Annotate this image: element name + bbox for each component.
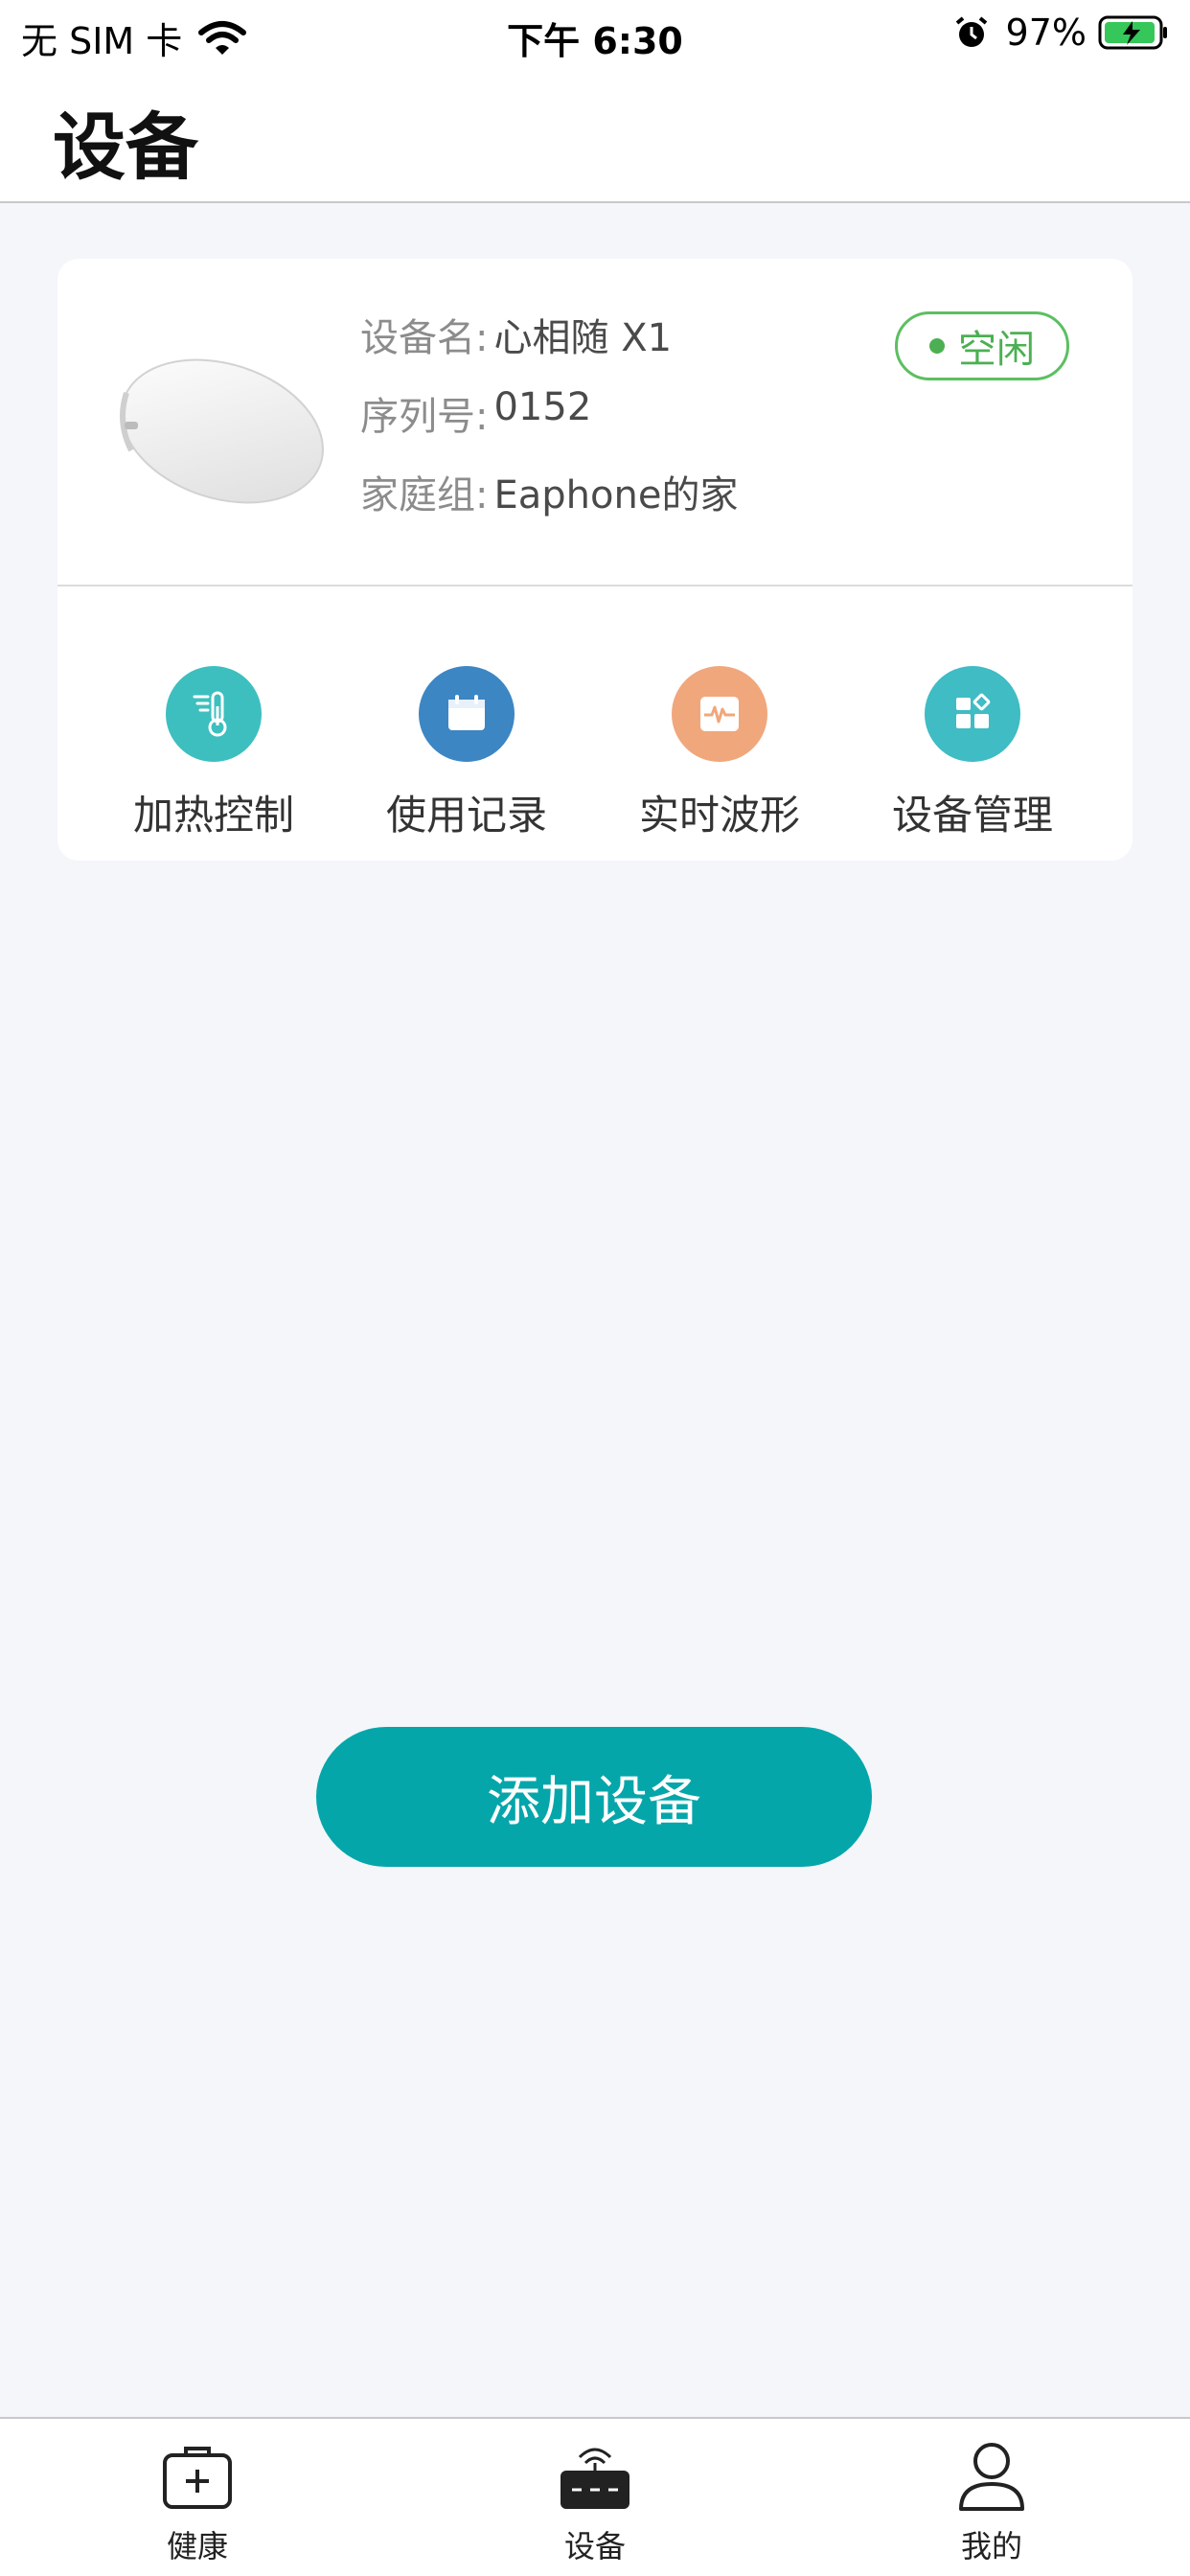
top-bar: 无 SIM 卡 下午 6:30 97% 设备 [0, 0, 1190, 203]
battery-icon [1098, 15, 1167, 50]
router-icon [561, 2448, 629, 2509]
device-name-label: 设备名: [360, 316, 489, 360]
usage-record-button[interactable]: 使用记录 [371, 666, 562, 841]
status-bar: 无 SIM 卡 下午 6:30 97% [0, 0, 1190, 67]
alarm-icon [955, 16, 987, 47]
tab-profile-label: 我的 [960, 2528, 1022, 2564]
tab-bar: 健康 设备 我的 [0, 2417, 1190, 2576]
waveform-icon [672, 666, 767, 762]
toilet-seat-image [120, 358, 324, 504]
serial-label: 序列号: [360, 395, 489, 439]
medical-kit-icon [163, 2447, 232, 2509]
heating-control-button[interactable]: 加热控制 [118, 666, 309, 841]
device-management-button[interactable]: 设备管理 [877, 666, 1068, 841]
calendar-icon [419, 666, 515, 762]
realtime-waveform-button[interactable]: 实时波形 [624, 666, 815, 841]
device-card[interactable]: 设备名: 心相随 X1 序列号: 0152 家庭组: Eaphone的家 空闲 … [57, 259, 1133, 861]
serial-value: 0152 [493, 385, 592, 429]
tab-health-label: 健康 [166, 2528, 228, 2564]
family-group-value: Eaphone的家 [493, 473, 739, 518]
family-group-row: 家庭组: Eaphone的家 [360, 464, 738, 519]
tab-devices-label: 设备 [563, 2528, 626, 2564]
person-icon [959, 2443, 1024, 2511]
family-group-label: 家庭组: [360, 473, 489, 518]
device-management-label: 设备管理 [891, 792, 1053, 839]
usage-record-label: 使用记录 [385, 792, 547, 839]
tab-devices[interactable]: 设备 [518, 2440, 672, 2566]
add-device-button[interactable]: 添加设备 [316, 1727, 872, 1867]
status-badge: 空闲 [895, 311, 1069, 380]
thermometer-icon [166, 666, 262, 762]
page-title: 设备 [53, 104, 198, 190]
grid-icon [925, 666, 1020, 762]
battery-percent: 97% [1005, 12, 1087, 54]
status-dot [929, 338, 945, 354]
tab-health[interactable]: 健康 [121, 2440, 274, 2566]
status-text: 空闲 [958, 328, 1035, 372]
serial-row: 序列号: 0152 [360, 385, 591, 441]
device-name-row: 设备名: 心相随 X1 [360, 307, 672, 362]
heating-control-label: 加热控制 [132, 792, 294, 839]
realtime-waveform-label: 实时波形 [638, 792, 800, 839]
divider [57, 585, 1133, 586]
tab-profile[interactable]: 我的 [915, 2440, 1068, 2566]
device-name-value: 心相随 X1 [493, 316, 673, 360]
